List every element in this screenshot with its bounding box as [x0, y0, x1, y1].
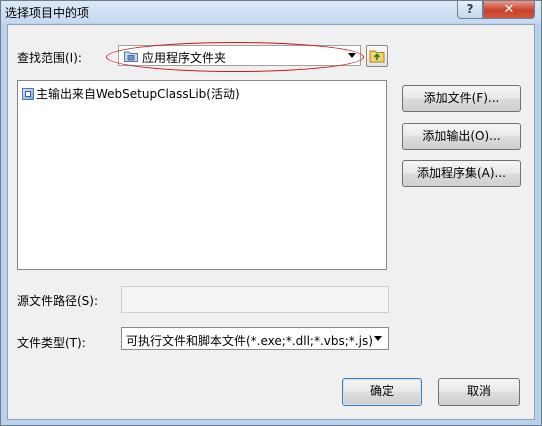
add-file-button[interactable]: 添加文件(F)...: [402, 85, 521, 112]
source-path-field: [121, 286, 389, 313]
project-output-icon: [22, 88, 34, 100]
file-type-value: 可执行文件和脚本文件(*.exe;*.dll;*.vbs;*.js): [126, 334, 373, 348]
list-item[interactable]: 主输出来自WebSetupClassLib(活动): [22, 85, 240, 101]
look-in-label: 查找范围(I):: [17, 51, 82, 65]
up-folder-button[interactable]: [366, 45, 388, 67]
chevron-down-icon[interactable]: [374, 335, 382, 341]
title-bar[interactable]: 选择项目中的项 ? ✕: [1, 1, 541, 23]
add-output-button[interactable]: 添加输出(O)...: [402, 123, 521, 150]
ok-button[interactable]: 确定: [342, 378, 422, 406]
dialog-window: 选择项目中的项 ? ✕ 查找范围(I): 应用程序文件夹 主输出来自WebSet…: [0, 0, 542, 426]
items-list[interactable]: 主输出来自WebSetupClassLib(活动): [17, 80, 387, 270]
dialog-title: 选择项目中的项: [5, 6, 90, 20]
add-assembly-button[interactable]: 添加程序集(A)...: [402, 160, 521, 187]
chevron-down-icon[interactable]: [348, 52, 356, 58]
app-folder-icon: [124, 51, 138, 62]
cancel-button[interactable]: 取消: [438, 378, 520, 406]
help-icon: ?: [466, 2, 474, 16]
help-button[interactable]: ?: [457, 1, 483, 19]
file-type-label: 文件类型(T):: [17, 336, 86, 350]
source-path-label: 源文件路径(S):: [17, 294, 99, 308]
close-button[interactable]: ✕: [483, 1, 535, 19]
look-in-value: 应用程序文件夹: [142, 51, 227, 65]
close-icon: ✕: [503, 2, 515, 17]
list-item-label: 主输出来自WebSetupClassLib(活动): [36, 87, 240, 101]
dialog-body: 查找范围(I): 应用程序文件夹 主输出来自WebSetupClassLib(活…: [7, 24, 535, 420]
up-folder-icon: [369, 50, 385, 63]
look-in-combo[interactable]: 应用程序文件夹: [118, 45, 361, 66]
file-type-combo[interactable]: 可执行文件和脚本文件(*.exe;*.dll;*.vbs;*.js): [121, 327, 389, 350]
